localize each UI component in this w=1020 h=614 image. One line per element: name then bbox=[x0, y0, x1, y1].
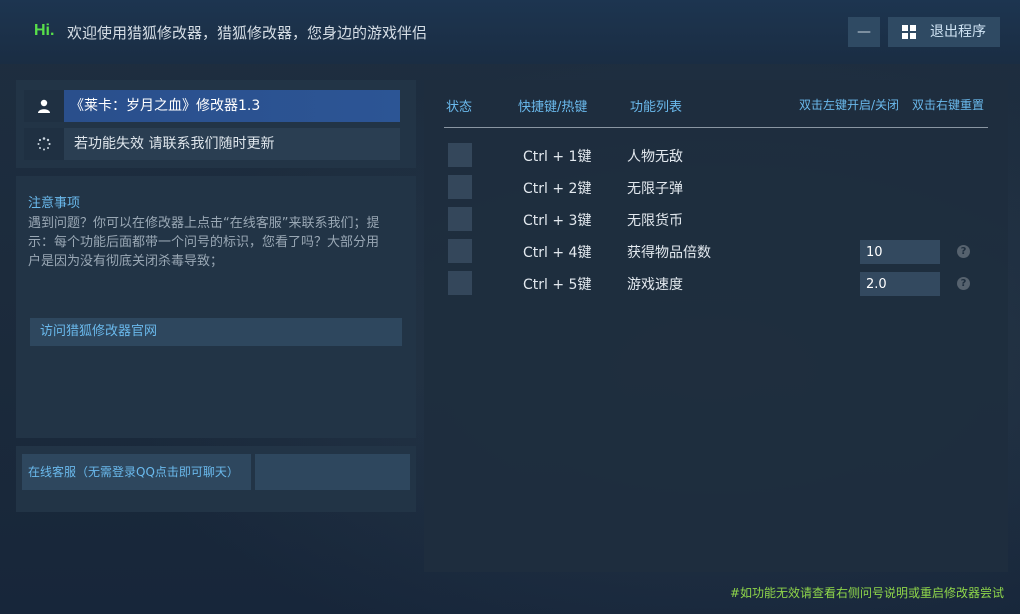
row-feature[interactable]: 游戏速度 bbox=[627, 274, 683, 294]
notes-body: 遇到问题？你可以在修改器上点击“在线客服”来联系我们；提示：每个功能后面都带一个… bbox=[28, 216, 380, 269]
notes-title: 注意事项 bbox=[28, 196, 81, 211]
loading-icon bbox=[24, 128, 64, 160]
header-left-click: 双击左键开启/关闭 bbox=[799, 98, 900, 112]
status-toggle[interactable] bbox=[448, 271, 472, 295]
user-icon bbox=[24, 90, 64, 122]
row-hotkey: Ctrl + 2键 bbox=[523, 181, 592, 197]
update-notice: 若功能失效 请联系我们随时更新 bbox=[74, 136, 275, 152]
game-title: 《莱卡：岁月之血》修改器1.3 bbox=[64, 90, 400, 122]
row-feature[interactable]: 无限货币 bbox=[627, 210, 683, 230]
row-feature[interactable]: 人物无敌 bbox=[627, 146, 683, 166]
footer-tip: #如功能无效请查看右侧问号说明或重启修改器尝试 bbox=[729, 586, 1004, 600]
hi-logo: Hi. bbox=[34, 22, 55, 39]
update-notice-row: 若功能失效 请联系我们随时更新 bbox=[24, 128, 400, 160]
header-feature: 功能列表 bbox=[630, 100, 683, 115]
minimize-button[interactable]: — bbox=[848, 17, 880, 47]
status-toggle[interactable] bbox=[448, 239, 472, 263]
game-speed-input[interactable] bbox=[860, 272, 940, 296]
header-right-click: 双击右键重置 bbox=[912, 98, 985, 112]
game-title-row: 《莱卡：岁月之血》修改器1.3 bbox=[24, 90, 400, 122]
cheat-table-panel bbox=[424, 80, 1008, 572]
item-multiplier-input[interactable] bbox=[860, 240, 940, 264]
header-hotkey: 快捷键/热键 bbox=[518, 100, 588, 115]
header-status: 状态 bbox=[446, 100, 473, 115]
online-support-button[interactable]: 在线客服（无需登录QQ点击即可聊天） bbox=[22, 454, 251, 490]
row-feature[interactable]: 无限子弹 bbox=[627, 178, 683, 198]
welcome-text: 欢迎使用猎狐修改器，猎狐修改器，您身边的游戏伴侣 bbox=[67, 24, 428, 42]
status-toggle[interactable] bbox=[448, 207, 472, 231]
status-toggle[interactable] bbox=[448, 175, 472, 199]
header-divider bbox=[444, 127, 988, 128]
row-hotkey: Ctrl + 3键 bbox=[523, 213, 592, 229]
row-hotkey: Ctrl + 4键 bbox=[523, 245, 592, 261]
help-icon[interactable]: ? bbox=[957, 277, 970, 290]
row-hotkey: Ctrl + 1键 bbox=[523, 149, 592, 165]
windows-icon bbox=[902, 25, 916, 39]
status-toggle[interactable] bbox=[448, 143, 472, 167]
exit-button[interactable]: 退出程序 bbox=[888, 17, 1000, 47]
title-bar: Hi. 欢迎使用猎狐修改器，猎狐修改器，您身边的游戏伴侣 — 退出程序 bbox=[0, 0, 1020, 64]
support-secondary-button[interactable] bbox=[255, 454, 410, 490]
row-hotkey: Ctrl + 5键 bbox=[523, 277, 592, 293]
help-icon[interactable]: ? bbox=[957, 245, 970, 258]
row-feature[interactable]: 获得物品倍数 bbox=[627, 242, 711, 262]
exit-button-label: 退出程序 bbox=[930, 24, 986, 40]
visit-website-button[interactable]: 访问猎狐修改器官网 bbox=[30, 318, 402, 346]
